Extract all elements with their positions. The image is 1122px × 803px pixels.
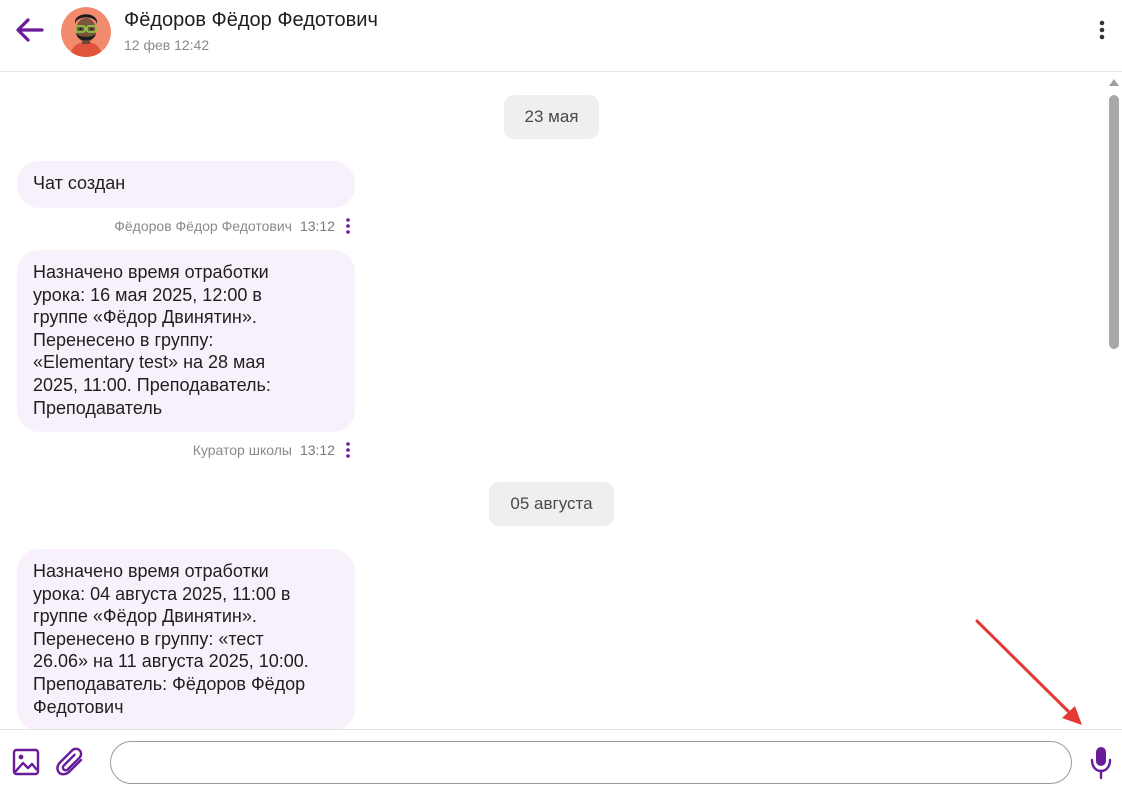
date-separator: 23 мая	[504, 95, 599, 139]
microphone-icon	[1090, 747, 1112, 780]
message-list[interactable]: 23 мая Чат создан Фёдоров Фёдор Федотови…	[0, 73, 1106, 729]
message-meta: Фёдоров Фёдор Федотович 13:12	[114, 216, 351, 236]
scroll-thumb[interactable]	[1109, 95, 1119, 349]
message-options-icon[interactable]	[345, 441, 351, 459]
chat-header: Фёдоров Фёдор Федотович 12 фев 12:42	[0, 0, 1122, 72]
image-icon	[12, 748, 40, 776]
date-separator: 05 августа	[489, 482, 614, 526]
message-composer	[0, 729, 1122, 803]
paperclip-icon	[56, 747, 83, 776]
more-options-button[interactable]	[1092, 18, 1112, 42]
message-time: 13:12	[299, 442, 335, 458]
message-meta: Куратор школы 13:12	[193, 440, 351, 460]
contact-name: Фёдоров Фёдор Федотович	[124, 9, 378, 31]
last-seen-timestamp: 12 фев 12:42	[124, 37, 210, 53]
attach-file-button[interactable]	[55, 744, 87, 780]
message-bubble[interactable]: Назначено время отработки урока: 16 мая …	[17, 250, 355, 432]
scroll-up-arrow-icon[interactable]	[1109, 79, 1119, 86]
voice-message-button[interactable]	[1087, 744, 1115, 782]
avatar[interactable]	[61, 7, 111, 57]
send-image-button[interactable]	[11, 746, 41, 778]
scrollbar[interactable]	[1106, 73, 1122, 729]
message-author: Фёдоров Фёдор Федотович	[114, 218, 292, 234]
message-bubble[interactable]: Чат создан	[17, 161, 355, 208]
arrow-left-icon	[16, 18, 44, 42]
back-button[interactable]	[12, 14, 48, 46]
message-options-icon[interactable]	[345, 217, 351, 235]
message-bubble[interactable]: Назначено время отработки урока: 04 авгу…	[17, 549, 355, 729]
message-time: 13:12	[299, 218, 335, 234]
message-author: Куратор школы	[192, 442, 292, 458]
message-input[interactable]	[110, 741, 1072, 784]
more-vertical-icon	[1099, 20, 1105, 40]
